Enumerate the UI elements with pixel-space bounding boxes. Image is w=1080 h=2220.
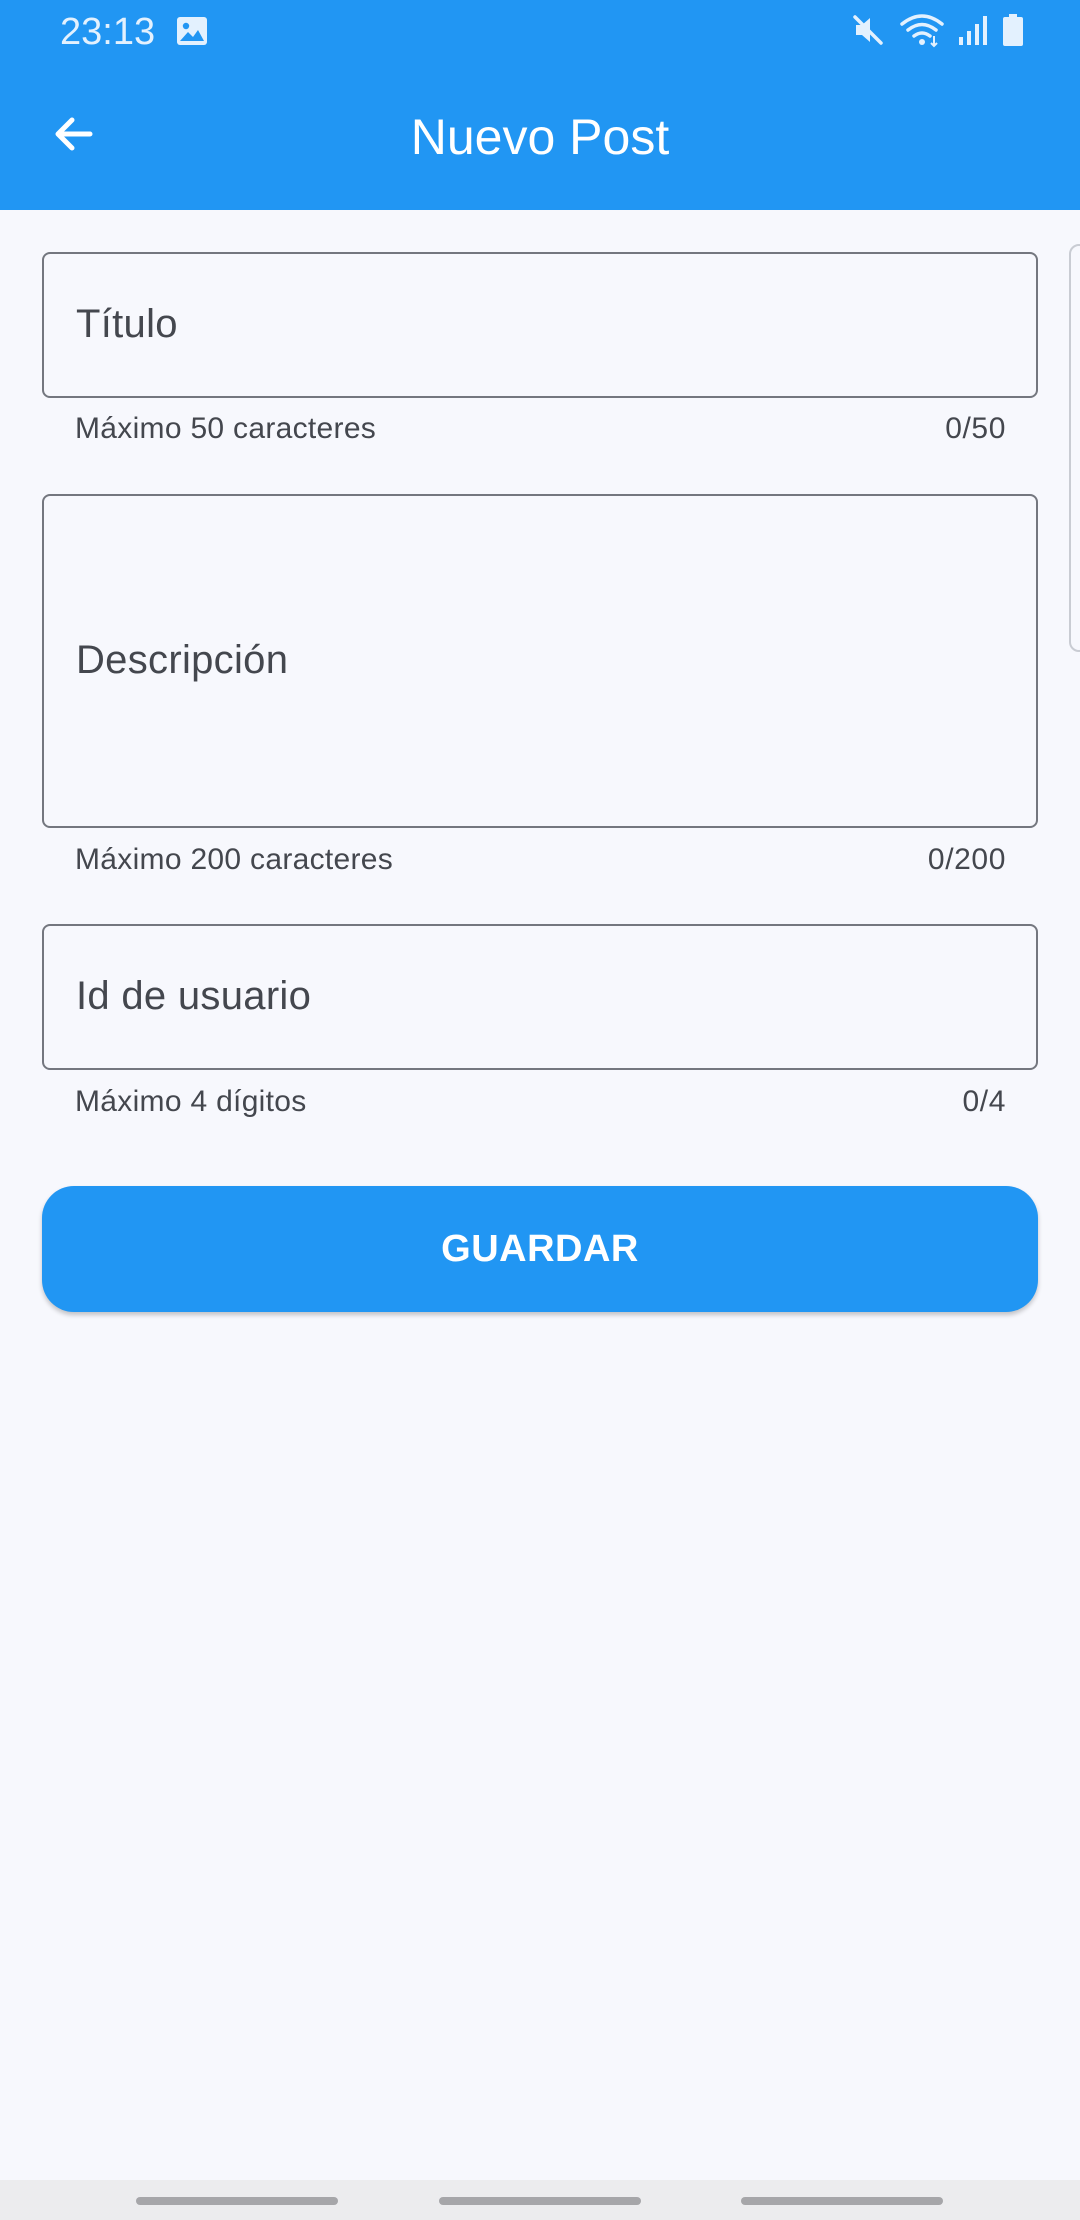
user-id-field[interactable]: Id de usuario xyxy=(42,924,1038,1070)
user-id-field-counter: 0/4 xyxy=(962,1085,1006,1118)
description-field-counter: 0/200 xyxy=(927,843,1006,876)
title-field-placeholder: Título xyxy=(76,302,178,346)
battery-icon xyxy=(1002,13,1024,52)
nav-recents-handle[interactable] xyxy=(136,2197,338,2205)
adjacent-card-edge xyxy=(1069,244,1080,652)
gesture-nav-bar xyxy=(0,2180,1080,2220)
wifi-icon xyxy=(900,12,944,53)
gallery-icon xyxy=(176,16,208,46)
title-field-counter: 0/50 xyxy=(945,412,1006,445)
title-field-helper: Máximo 50 caracteres xyxy=(75,412,377,445)
user-id-field-helper: Máximo 4 dígitos xyxy=(75,1085,307,1118)
status-time: 23:13 xyxy=(60,11,156,53)
user-id-field-placeholder: Id de usuario xyxy=(76,974,312,1018)
save-button[interactable]: GUARDAR xyxy=(42,1186,1038,1312)
description-field-placeholder: Descripción xyxy=(76,638,289,682)
app-bar: 23:13 Nuevo Post xyxy=(0,0,1080,210)
nav-home-handle[interactable] xyxy=(439,2197,641,2205)
page-title: Nuevo Post xyxy=(410,109,670,165)
back-button[interactable] xyxy=(42,104,106,168)
arrow-left-icon xyxy=(50,110,98,163)
status-icons xyxy=(850,12,1024,52)
description-field[interactable]: Descripción xyxy=(42,494,1038,828)
title-field[interactable]: Título xyxy=(42,252,1038,398)
mute-icon xyxy=(850,12,886,53)
signal-icon xyxy=(958,13,988,52)
save-button-label: GUARDAR xyxy=(441,1227,639,1270)
nav-back-handle[interactable] xyxy=(741,2197,943,2205)
description-field-helper: Máximo 200 caracteres xyxy=(75,843,394,876)
